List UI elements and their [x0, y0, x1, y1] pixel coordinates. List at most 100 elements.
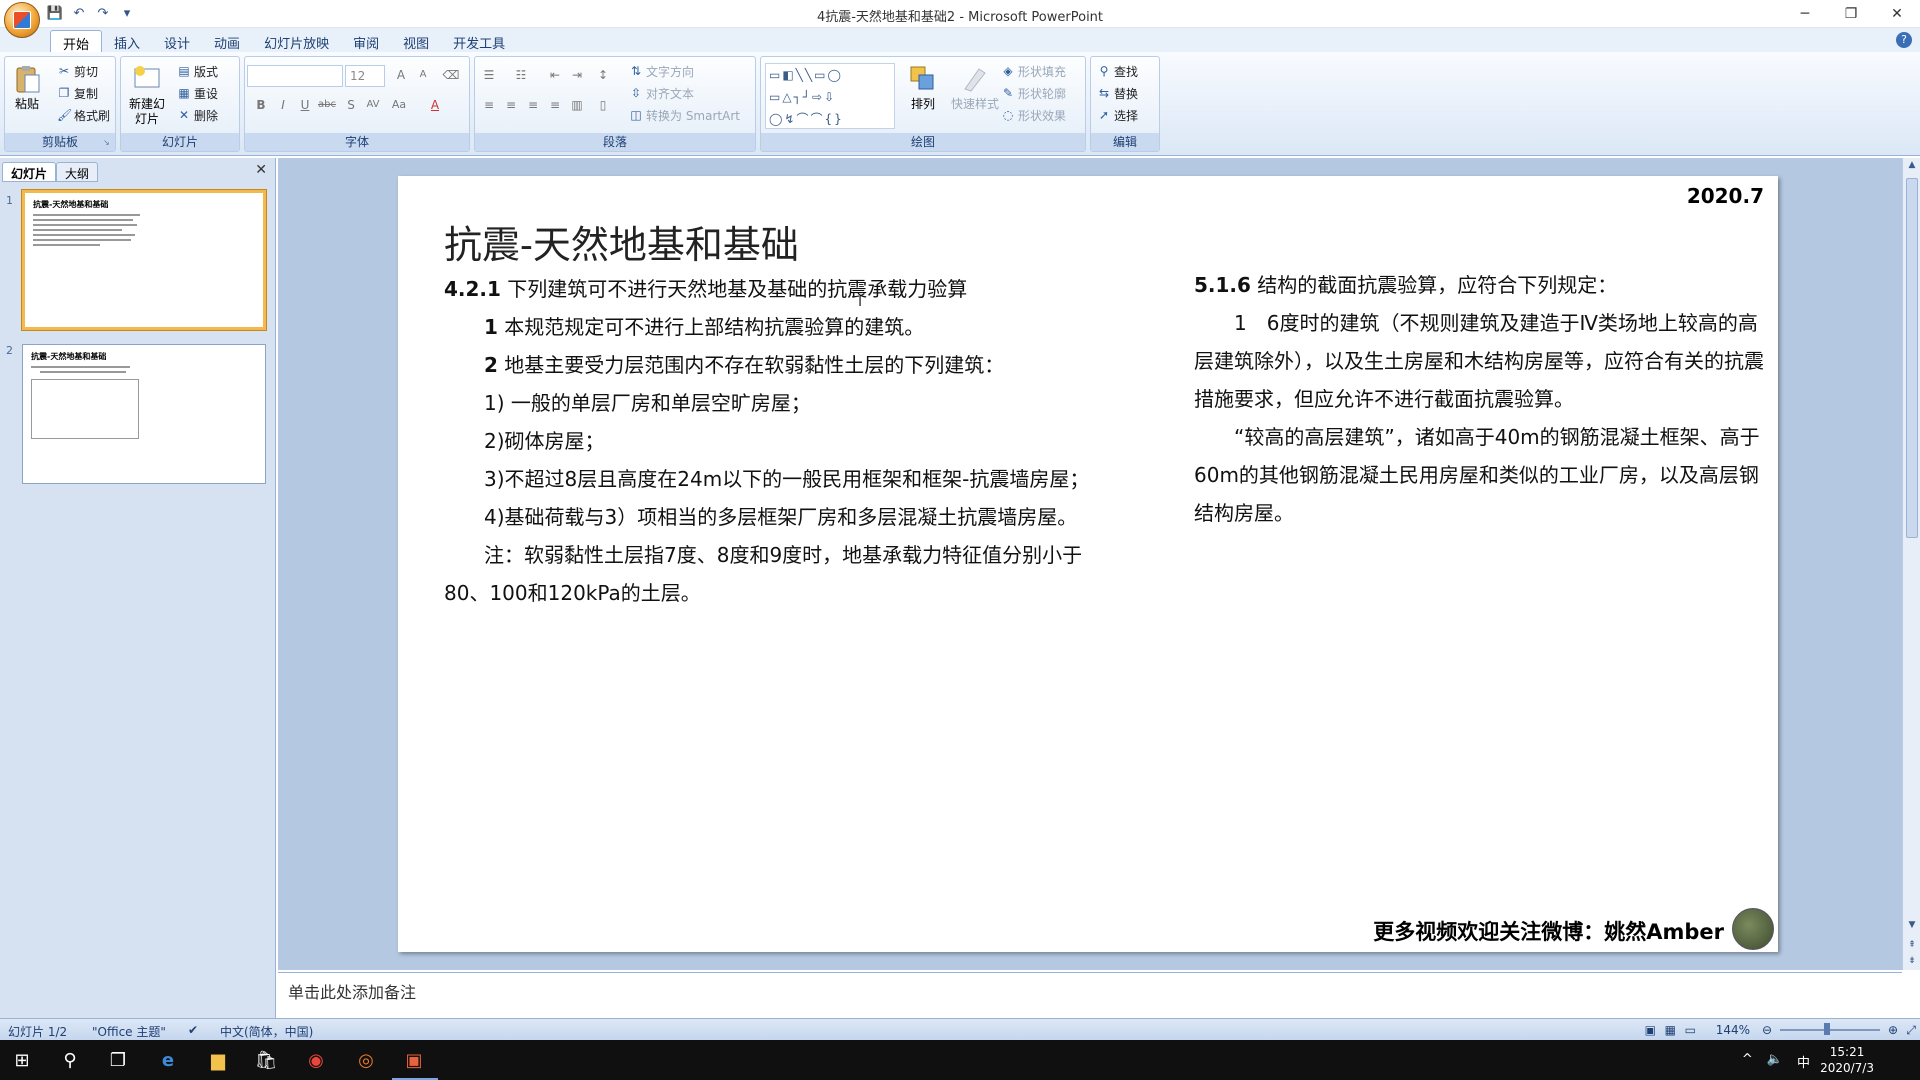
- align-right-icon[interactable]: ≡: [523, 95, 543, 115]
- shape-fill-button[interactable]: ◈ 形状填充: [1001, 61, 1066, 81]
- quick-styles-button[interactable]: 快速样式: [951, 63, 999, 112]
- copy-button[interactable]: ❐ 复制: [57, 83, 98, 103]
- clear-format-icon[interactable]: ⌫: [441, 65, 461, 85]
- distributed-icon[interactable]: ▥: [567, 95, 587, 115]
- text-direction-button[interactable]: ⇅ 文字方向: [629, 61, 694, 81]
- office-button[interactable]: [4, 2, 40, 38]
- file-explorer-icon[interactable]: ▆: [206, 1048, 230, 1072]
- zoom-level[interactable]: 144%: [1716, 1023, 1750, 1037]
- notes-pane[interactable]: 单击此处添加备注: [278, 972, 1902, 1018]
- smartart-button[interactable]: ◫ 转换为 SmartArt: [629, 105, 740, 125]
- arrange-button[interactable]: 排列: [907, 63, 939, 112]
- tab-insert[interactable]: 插入: [102, 30, 152, 52]
- vertical-scrollbar[interactable]: ▲ ▼ ⇞ ⇟: [1902, 158, 1920, 970]
- replace-button[interactable]: ⇆ 替换: [1097, 83, 1138, 103]
- reset-button[interactable]: ▦ 重设: [177, 83, 218, 103]
- maximize-button[interactable]: ❐: [1828, 0, 1874, 28]
- new-slide-button[interactable]: 新建幻灯片: [125, 63, 169, 127]
- tab-view[interactable]: 视图: [391, 30, 441, 52]
- zoom-out-icon[interactable]: ⊖: [1762, 1023, 1772, 1037]
- app-icon[interactable]: ◎: [354, 1048, 378, 1072]
- justify-icon[interactable]: ≡: [545, 95, 565, 115]
- tab-design[interactable]: 设计: [152, 30, 202, 52]
- prev-slide-icon[interactable]: ⇞: [1906, 940, 1918, 950]
- slide-title[interactable]: 抗震-天然地基和基础: [444, 214, 799, 269]
- language-indicator[interactable]: 中文(简体，中国): [220, 1023, 313, 1040]
- slideshow-view-icon[interactable]: ▭: [1685, 1023, 1696, 1037]
- shape-outline-button[interactable]: ✎ 形状轮廓: [1001, 83, 1066, 103]
- change-case-icon[interactable]: Aa: [389, 95, 409, 115]
- tab-slides-panel[interactable]: 幻灯片: [2, 162, 57, 182]
- line-spacing-icon[interactable]: ↕: [593, 65, 613, 85]
- align-left-icon[interactable]: ≡: [479, 95, 499, 115]
- volume-icon[interactable]: 🔈: [1767, 1052, 1783, 1071]
- cut-button[interactable]: ✂ 剪切: [57, 61, 98, 81]
- decrease-indent-icon[interactable]: ⇤: [545, 65, 565, 85]
- font-size-combobox[interactable]: 12: [345, 65, 385, 87]
- columns-icon[interactable]: ▯: [593, 95, 613, 115]
- slide-thumbnail-1[interactable]: 抗震-天然地基和基础: [22, 190, 266, 330]
- align-text-button[interactable]: ⇳ 对齐文本: [629, 83, 694, 103]
- minimize-button[interactable]: ─: [1782, 0, 1828, 28]
- tab-home[interactable]: 开始: [50, 30, 103, 53]
- strikethrough-icon[interactable]: abc: [317, 95, 337, 115]
- fit-window-icon[interactable]: ⤢: [1906, 1023, 1916, 1038]
- underline-icon[interactable]: U: [295, 95, 315, 115]
- close-panel-icon[interactable]: ✕: [255, 162, 267, 178]
- font-color-icon[interactable]: A: [425, 95, 445, 115]
- layout-button[interactable]: ▤ 版式: [177, 61, 218, 81]
- font-name-combobox[interactable]: [247, 65, 343, 87]
- tab-developer[interactable]: 开发工具: [441, 30, 517, 52]
- slide-canvas[interactable]: 2020.7 抗震-天然地基和基础 I 4.2.1 下列建筑可不进行天然地基及基…: [398, 176, 1778, 952]
- tab-slideshow[interactable]: 幻灯片放映: [252, 30, 341, 52]
- zoom-slider-thumb[interactable]: [1824, 1023, 1830, 1035]
- search-icon[interactable]: ⚲: [58, 1048, 82, 1072]
- zoom-slider[interactable]: [1780, 1029, 1880, 1031]
- increase-indent-icon[interactable]: ⇥: [567, 65, 587, 85]
- task-view-icon[interactable]: ❐: [106, 1048, 130, 1072]
- delete-slide-button[interactable]: ✕ 删除: [177, 105, 218, 125]
- chevron-up-icon[interactable]: ^: [1742, 1052, 1753, 1071]
- dialog-launcher-icon[interactable]: ↘: [103, 138, 113, 148]
- scroll-down-icon[interactable]: ▼: [1906, 920, 1918, 930]
- next-slide-icon[interactable]: ⇟: [1906, 956, 1918, 966]
- char-spacing-icon[interactable]: AV: [363, 95, 383, 115]
- tab-review[interactable]: 审阅: [341, 30, 391, 52]
- grow-font-icon[interactable]: A: [391, 65, 411, 85]
- store-icon[interactable]: 🛍: [254, 1048, 278, 1072]
- slide-thumbnail-2[interactable]: 抗震-天然地基和基础: [22, 344, 266, 484]
- chrome-icon[interactable]: ◉: [304, 1048, 328, 1072]
- format-painter-button[interactable]: 🖌 格式刷: [57, 105, 110, 125]
- close-button[interactable]: ✕: [1874, 0, 1920, 28]
- bullets-icon[interactable]: ☰: [479, 65, 499, 85]
- bold-icon[interactable]: B: [251, 95, 271, 115]
- paste-button[interactable]: 粘贴: [11, 63, 43, 112]
- ime-indicator[interactable]: 中: [1797, 1052, 1810, 1071]
- office-logo-icon: [13, 11, 31, 29]
- tab-animations[interactable]: 动画: [202, 30, 252, 52]
- help-icon[interactable]: ?: [1896, 32, 1912, 48]
- scroll-up-icon[interactable]: ▲: [1906, 160, 1918, 170]
- italic-icon[interactable]: I: [273, 95, 293, 115]
- shapes-gallery[interactable]: ▭◧╲╲▭◯ ▭△┐┘⇨⇩ ◯↯⌒⌒{}: [765, 63, 895, 129]
- shadow-icon[interactable]: S: [341, 95, 361, 115]
- taskbar-clock[interactable]: 15:21 2020/7/3: [1820, 1044, 1874, 1076]
- edge-icon[interactable]: e: [156, 1048, 180, 1072]
- select-button[interactable]: ➚ 选择: [1097, 105, 1138, 125]
- numbering-icon[interactable]: ☷: [511, 65, 531, 85]
- sorter-view-icon[interactable]: ▦: [1665, 1023, 1676, 1037]
- normal-view-icon[interactable]: ▣: [1645, 1023, 1656, 1037]
- spellcheck-icon[interactable]: ✔: [188, 1023, 198, 1037]
- align-center-icon[interactable]: ≡: [501, 95, 521, 115]
- scroll-thumb[interactable]: [1906, 178, 1918, 538]
- tab-outline-panel[interactable]: 大纲: [56, 162, 99, 182]
- windows-start-icon[interactable]: ⊞: [10, 1048, 34, 1072]
- shape-effects-button[interactable]: ◌ 形状效果: [1001, 105, 1066, 125]
- shrink-font-icon[interactable]: A: [413, 65, 433, 85]
- left-text-box[interactable]: 4.2.1 下列建筑可不进行天然地基及基础的抗震承载力验算 1 本规范规定可不进…: [444, 270, 1104, 612]
- powerpoint-icon[interactable]: ▣: [402, 1048, 426, 1072]
- zoom-in-icon[interactable]: ⊕: [1888, 1023, 1898, 1037]
- delete-icon: ✕: [178, 108, 190, 122]
- find-button[interactable]: ⚲ 查找: [1097, 61, 1138, 81]
- right-text-box[interactable]: 5.1.6 结构的截面抗震验算，应符合下列规定： 1 6度时的建筑（不规则建筑及…: [1194, 266, 1764, 532]
